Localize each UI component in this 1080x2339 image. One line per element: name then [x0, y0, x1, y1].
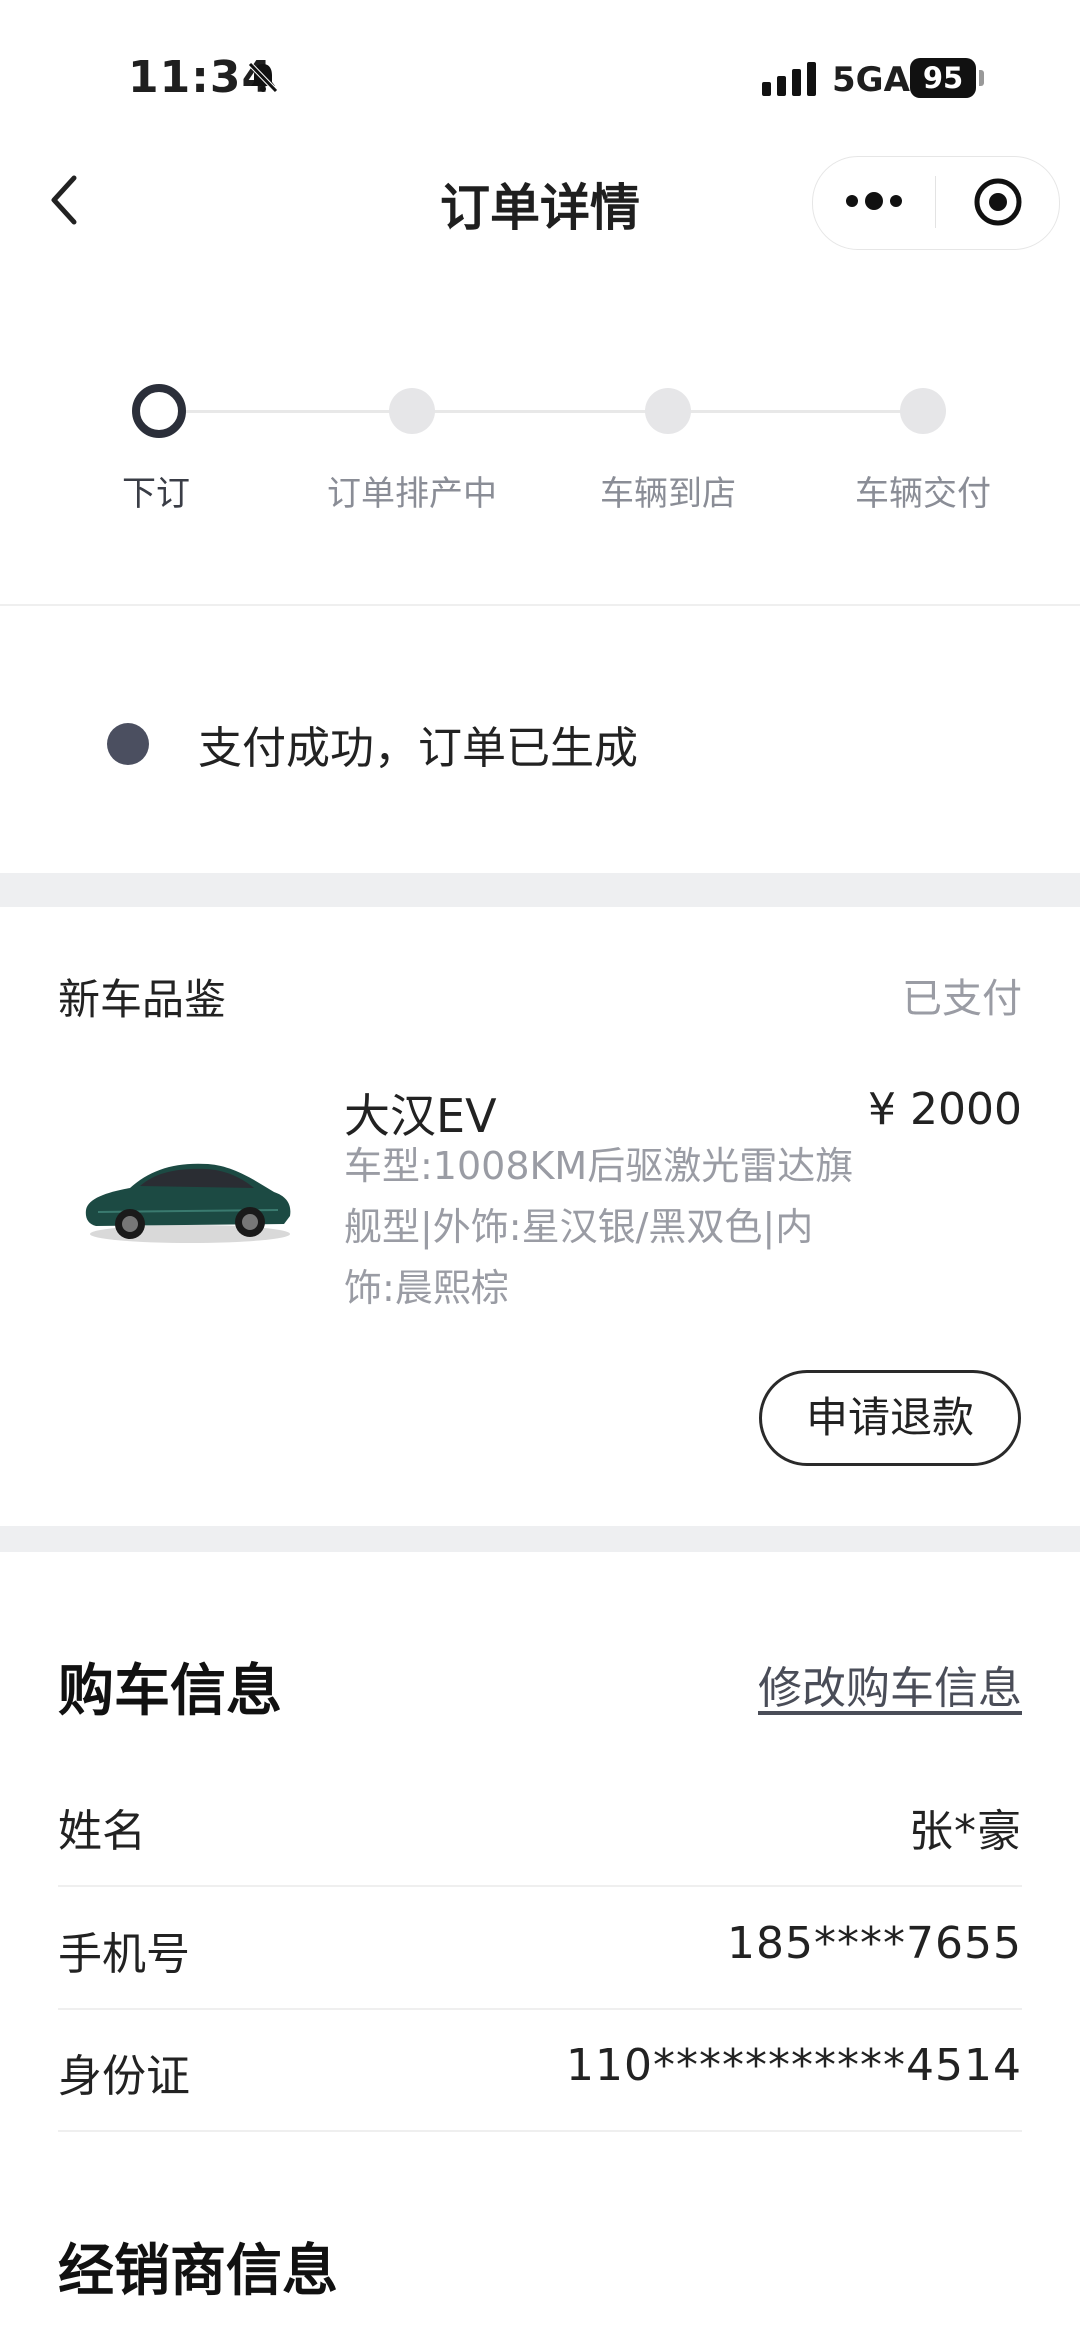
step-dot-3	[645, 388, 691, 434]
battery-tip	[979, 70, 984, 86]
phone-value: 185****7655	[727, 1918, 1022, 1969]
section-separator	[0, 1526, 1080, 1552]
step-label-scheduling: 订单排产中	[327, 474, 497, 514]
status-dot-icon	[107, 723, 149, 765]
step-label-delivered: 车辆交付	[855, 474, 991, 514]
capsule-divider	[935, 176, 936, 228]
step-dot-4	[900, 388, 946, 434]
product-section-title: 新车品鉴	[58, 975, 227, 1024]
payment-status: 已支付	[902, 976, 1022, 1022]
target-icon[interactable]	[972, 176, 1024, 228]
progress-track	[157, 410, 927, 413]
id-card-label: 身份证	[58, 2051, 190, 2102]
car-spec-line: 车型:1008KM后驱激光雷达旗	[344, 1144, 854, 1188]
phone-label: 手机号	[58, 1929, 190, 1980]
name-label: 姓名	[58, 1806, 146, 1857]
car-spec-line: 舰型|外饰:星汉银/黑双色|内	[344, 1205, 814, 1249]
section-separator	[0, 873, 1080, 907]
car-spec-line: 饰:晨熙棕	[344, 1266, 509, 1310]
refund-button[interactable]: 申请退款	[759, 1370, 1021, 1466]
row-divider	[58, 2008, 1022, 2010]
purchase-info-title: 购车信息	[58, 1659, 282, 1724]
dealer-info-title: 经销商信息	[58, 2239, 338, 2304]
signal-icon	[762, 58, 816, 96]
step-dot-2	[389, 388, 435, 434]
step-dot-1	[132, 384, 186, 438]
step-label-arrived: 车辆到店	[600, 474, 736, 514]
battery-icon: 95	[910, 58, 976, 98]
car-spec: 车型:1008KM后驱激光雷达旗 舰型|外饰:星汉银/黑双色|内 饰:晨熙棕	[344, 1136, 884, 1319]
order-price: ¥ 2000	[868, 1084, 1022, 1135]
order-status-text: 支付成功，订单已生成	[198, 723, 638, 774]
row-divider	[58, 1885, 1022, 1887]
id-card-value: 110***********4514	[566, 2040, 1022, 2091]
network-type: 5GA	[832, 60, 910, 100]
name-value: 张*豪	[909, 1806, 1022, 1857]
bell-muted-icon	[248, 62, 278, 93]
step-label-ordered: 下订	[122, 474, 190, 514]
more-dots-icon[interactable]	[846, 186, 908, 216]
edit-purchase-info-link[interactable]: 修改购车信息	[758, 1652, 1022, 1716]
row-divider	[58, 2130, 1022, 2132]
car-image	[85, 1163, 291, 1243]
divider	[0, 604, 1080, 606]
